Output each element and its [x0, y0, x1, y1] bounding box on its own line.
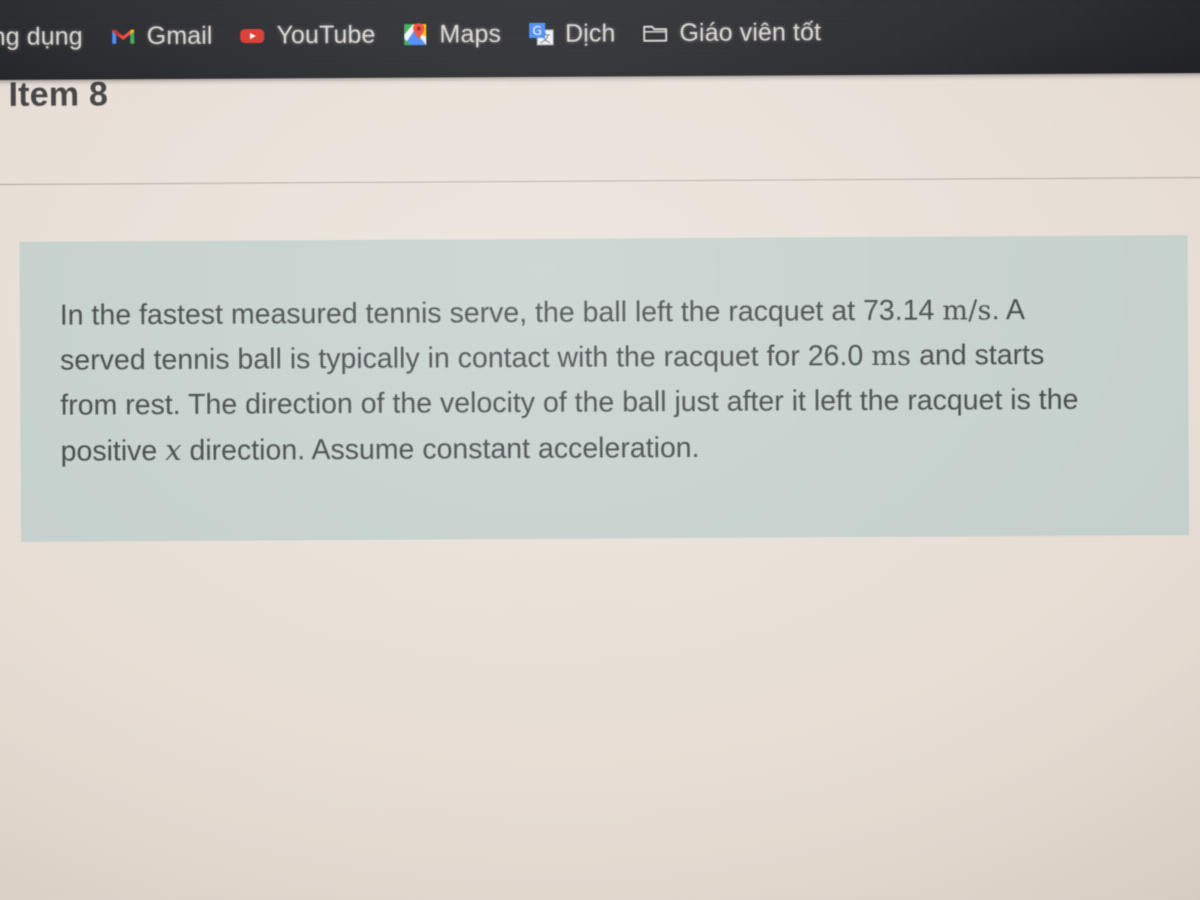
bookmark-label-youtube: YouTube [276, 20, 376, 49]
problem-statement-text: In the fastest measured tennis serve, th… [59, 294, 1079, 468]
bookmark-label-ung-dung: Ứng dụng [0, 22, 83, 51]
google-translate-icon: 文 G [527, 20, 555, 48]
bookmark-item-ung-dung[interactable]: Ứng dụng [0, 22, 83, 52]
math-variable: x [165, 432, 182, 468]
page-title: Item 8 [8, 75, 109, 114]
bookmark-label-gmail: Gmail [146, 21, 213, 50]
browser-bookmarks-bar: Ứng dụng Gmail YouTube Maps 文 G Dịch Giá… [0, 0, 1200, 81]
problem-statement-panel: In the fastest measured tennis serve, th… [19, 235, 1190, 542]
youtube-icon [238, 21, 266, 49]
bookmark-item-youtube[interactable]: YouTube [238, 20, 376, 50]
bookmark-label-dich: Dịch [564, 18, 616, 48]
title-divider [0, 176, 1200, 186]
photographed-screen: Ứng dụng Gmail YouTube Maps 文 G Dịch Giá… [0, 0, 1200, 900]
bookmark-item-dich[interactable]: 文 G Dịch [527, 19, 616, 49]
bookmark-item-gmail[interactable]: Gmail [109, 21, 213, 51]
math-unit: ms [871, 340, 912, 372]
google-maps-icon [401, 21, 429, 49]
math-unit: m/s [942, 295, 992, 327]
svg-text:G: G [532, 24, 541, 38]
bookmark-label-giao-vien-tot: Giáo viên tốt [679, 17, 822, 47]
bookmark-item-giao-vien-tot[interactable]: Giáo viên tốt [641, 18, 821, 48]
bookmark-item-maps[interactable]: Maps [401, 20, 501, 50]
bookmark-label-maps: Maps [439, 19, 502, 48]
page-content: Item 8 In the fastest measured tennis se… [0, 67, 1200, 900]
folder-icon [641, 19, 669, 47]
gmail-icon [109, 22, 137, 50]
